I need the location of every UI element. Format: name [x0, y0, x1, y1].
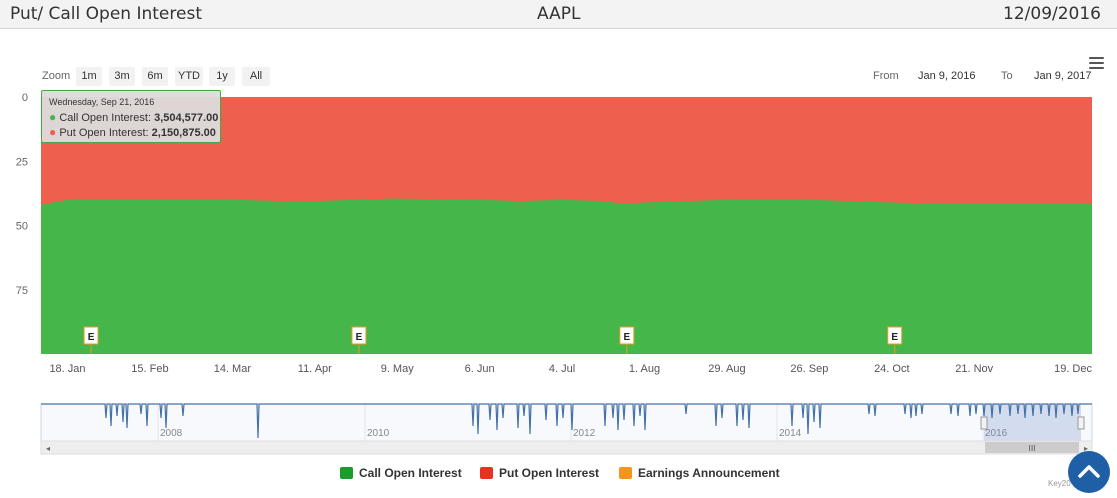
- legend-item-earnings[interactable]: Earnings Announcement: [619, 466, 780, 480]
- legend: Call Open Interest Put Open Interest Ear…: [0, 466, 1117, 482]
- x-tick-label: 11. Apr: [298, 363, 332, 375]
- x-tick-label: 9. May: [381, 363, 415, 375]
- scrollbar-grip-icon: III: [1028, 444, 1035, 453]
- put-dot-icon: ●: [49, 125, 57, 139]
- scrollbar-left-arrow-icon: ◂: [46, 444, 50, 453]
- earnings-marker-label: E: [891, 332, 898, 343]
- legend-item-call[interactable]: Call Open Interest: [340, 466, 462, 480]
- earnings-marker-label: E: [356, 332, 363, 343]
- tooltip-call-row: ● Call Open Interest: 3,504,577.00: [49, 110, 220, 125]
- call-dot-icon: ●: [49, 110, 57, 124]
- x-tick-label: 15. Feb: [131, 363, 168, 375]
- legend-swatch-put: [480, 467, 493, 479]
- navigator-tick-label: 2014: [779, 428, 802, 439]
- tooltip-call-label: Call Open Interest:: [59, 112, 152, 124]
- navigator-tick-label: 2010: [367, 428, 390, 439]
- x-tick-label: 29. Aug: [708, 363, 745, 375]
- tooltip-put-row: ● Put Open Interest: 2,150,875.00: [49, 125, 220, 140]
- legend-label-call: Call Open Interest: [359, 466, 462, 480]
- legend-item-put[interactable]: Put Open Interest: [480, 466, 599, 480]
- navigator-tick-label: 2008: [160, 428, 183, 439]
- x-tick-label: 14. Mar: [214, 363, 252, 375]
- y-tick-label: 0: [22, 92, 28, 104]
- tooltip: Wednesday, Sep 21, 2016 ● Call Open Inte…: [41, 90, 221, 143]
- x-tick-label: 4. Jul: [549, 363, 575, 375]
- x-tick-label: 1. Aug: [629, 363, 660, 375]
- x-tick-label: 6. Jun: [465, 363, 495, 375]
- x-tick-label: 26. Sep: [790, 363, 828, 375]
- x-tick-label: 19. Dec: [1054, 363, 1092, 375]
- chart-svg: E E E E 0 25 50 75 18. Jan 15. Feb 14. Mar 11. Ap…: [16, 92, 1093, 455]
- y-tick-label: 75: [16, 285, 28, 297]
- scroll-to-top-button[interactable]: [1068, 451, 1110, 493]
- earnings-marker-label: E: [624, 332, 631, 343]
- tooltip-put-label: Put Open Interest:: [59, 127, 149, 139]
- legend-swatch-earnings: [619, 467, 632, 479]
- navigator-handle: [980, 416, 988, 430]
- navigator-handle: [1077, 416, 1085, 430]
- legend-label-earnings: Earnings Announcement: [638, 466, 780, 480]
- tooltip-date: Wednesday, Sep 21, 2016: [49, 97, 155, 107]
- tooltip-put-value: 2,150,875.00: [151, 127, 216, 139]
- legend-swatch-call: [340, 467, 353, 479]
- call-open-interest-area: [41, 198, 1092, 354]
- y-tick-label: 50: [16, 221, 28, 233]
- navigator-background: [40, 403, 1093, 442]
- legend-label-put: Put Open Interest: [499, 466, 600, 480]
- tooltip-call-value: 3,504,577.00: [154, 112, 219, 124]
- navigator[interactable]: 20082010201220142016◂▸III: [40, 403, 1093, 455]
- y-tick-label: 25: [16, 156, 28, 168]
- earnings-marker-label: E: [88, 332, 95, 343]
- x-tick-label: 21. Nov: [955, 363, 993, 375]
- chevron-up-icon: [1078, 465, 1100, 478]
- navigator-tick-label: 2012: [573, 428, 596, 439]
- x-tick-label: 24. Oct: [874, 363, 909, 375]
- scrollbar-track: [40, 440, 1093, 455]
- x-tick-label: 18. Jan: [49, 363, 85, 375]
